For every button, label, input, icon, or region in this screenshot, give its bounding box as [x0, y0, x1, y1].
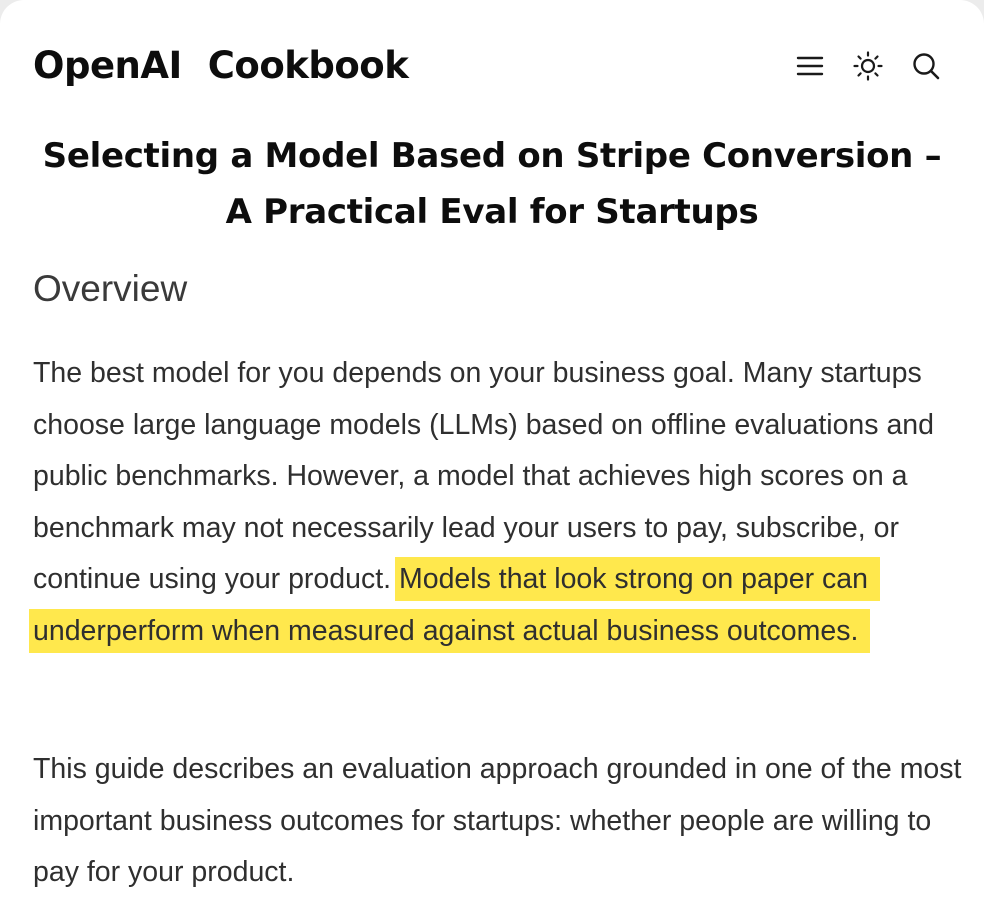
search-button[interactable] — [908, 48, 944, 84]
site-logo[interactable]: OpenAI Cookbook — [33, 40, 409, 92]
brand-cookbook: Cookbook — [207, 44, 409, 87]
brand-openai: OpenAI — [33, 44, 182, 87]
cookbook-page: OpenAI Cookbook Selecting a Model Based … — [0, 0, 984, 902]
site-header: OpenAI Cookbook — [33, 40, 944, 92]
theme-toggle-button[interactable] — [850, 48, 886, 84]
article-title-line2: A Practical Eval for Startups — [225, 192, 759, 232]
header-actions — [792, 48, 944, 84]
guide-paragraph: This guide describes an evaluation appro… — [33, 753, 962, 888]
sun-icon — [853, 51, 883, 81]
section-heading-overview: Overview — [33, 268, 188, 309]
article-title-line1: Selecting a Model Based on Stripe Conver… — [42, 136, 942, 176]
article-title: Selecting a Model Based on Stripe Conver… — [20, 128, 964, 240]
search-icon — [913, 53, 940, 80]
overview-paragraph: The best model for you depends on your b… — [29, 348, 963, 657]
menu-button[interactable] — [792, 48, 828, 84]
menu-icon — [796, 56, 824, 76]
